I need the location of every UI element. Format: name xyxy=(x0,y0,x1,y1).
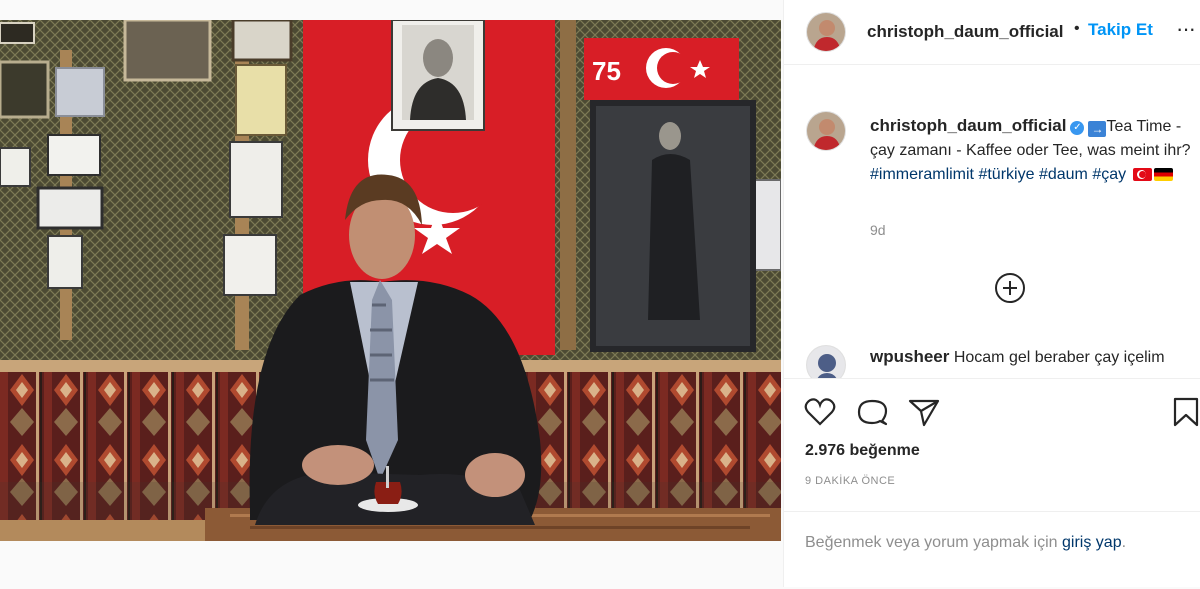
share-icon[interactable] xyxy=(908,397,940,427)
post-caption: christoph_daum_official ✓ → Tea Time - çay … xyxy=(870,114,1200,187)
hashtag-link[interactable]: #immeramlimit xyxy=(870,166,974,183)
author-avatar-image xyxy=(807,13,845,51)
hashtag-link[interactable]: #türkiye xyxy=(978,166,1034,183)
caption-text-title: Tea Time xyxy=(1106,118,1172,135)
plus-circle-icon[interactable] xyxy=(995,273,1025,303)
follow-button[interactable]: Takip Et xyxy=(1088,20,1153,40)
comment-text: Hocam gel beraber çay içelim xyxy=(953,349,1165,366)
commenter-avatar-image xyxy=(807,346,845,378)
germany-flag-icon xyxy=(1153,168,1173,181)
login-prompt-prefix: Beğenmek veya yorum yapmak için xyxy=(805,534,1058,551)
commenter-avatar[interactable] xyxy=(806,345,846,378)
caption-avatar-image xyxy=(807,112,845,150)
comment-item: wpusheer Hocam gel beraber çay içelim xyxy=(870,345,1200,370)
post-actions: 2.976 beğenme 9 DAKİKA ÖNCE Beğenmek vey… xyxy=(784,378,1200,588)
login-prompt-text: Beğenmek veya yorum yapmak için giriş ya… xyxy=(805,534,1126,552)
login-prompt: Beğenmek veya yorum yapmak için giriş ya… xyxy=(784,511,1200,589)
post-photo-illustration: 75 xyxy=(0,20,781,541)
verified-badge-icon: ✓ xyxy=(1070,121,1085,135)
poster-anniversary-number: 75 xyxy=(592,56,621,86)
comments-section[interactable]: christoph_daum_official ✓ → Tea Time - çay … xyxy=(784,65,1200,378)
post-header: christoph_daum_official • Takip Et ··· xyxy=(784,0,1200,65)
login-link[interactable]: giriş yap xyxy=(1062,534,1122,551)
comment-icon[interactable] xyxy=(856,397,888,427)
caption-username[interactable]: christoph_daum_official xyxy=(870,116,1066,135)
caption-author-avatar[interactable] xyxy=(806,111,846,151)
turkey-flag-icon xyxy=(1132,168,1152,181)
post-side-panel: christoph_daum_official • Takip Et ··· c… xyxy=(783,0,1200,587)
hashtag-link[interactable]: #daum xyxy=(1039,166,1088,183)
arrow-emoji-icon: → xyxy=(1088,121,1107,137)
author-username[interactable]: christoph_daum_official xyxy=(867,22,1063,42)
instagram-post-window: 75 christoph_daum_official • Takip Et ··… xyxy=(0,0,1200,587)
author-avatar[interactable] xyxy=(806,12,846,52)
more-options-icon[interactable]: ··· xyxy=(1176,16,1196,42)
caption-timestamp: 9d xyxy=(870,222,886,238)
post-time: 9 DAKİKA ÖNCE xyxy=(805,475,896,487)
login-prompt-suffix: . xyxy=(1121,534,1127,551)
separator-dot: • xyxy=(1074,20,1080,37)
hashtag-link[interactable]: #çay xyxy=(1092,166,1126,183)
commenter-username[interactable]: wpusheer xyxy=(870,347,949,366)
heart-icon[interactable] xyxy=(804,397,836,427)
likes-count[interactable]: 2.976 beğenme xyxy=(805,442,920,460)
bookmark-icon[interactable] xyxy=(1172,397,1200,427)
post-photo[interactable]: 75 xyxy=(0,20,781,541)
